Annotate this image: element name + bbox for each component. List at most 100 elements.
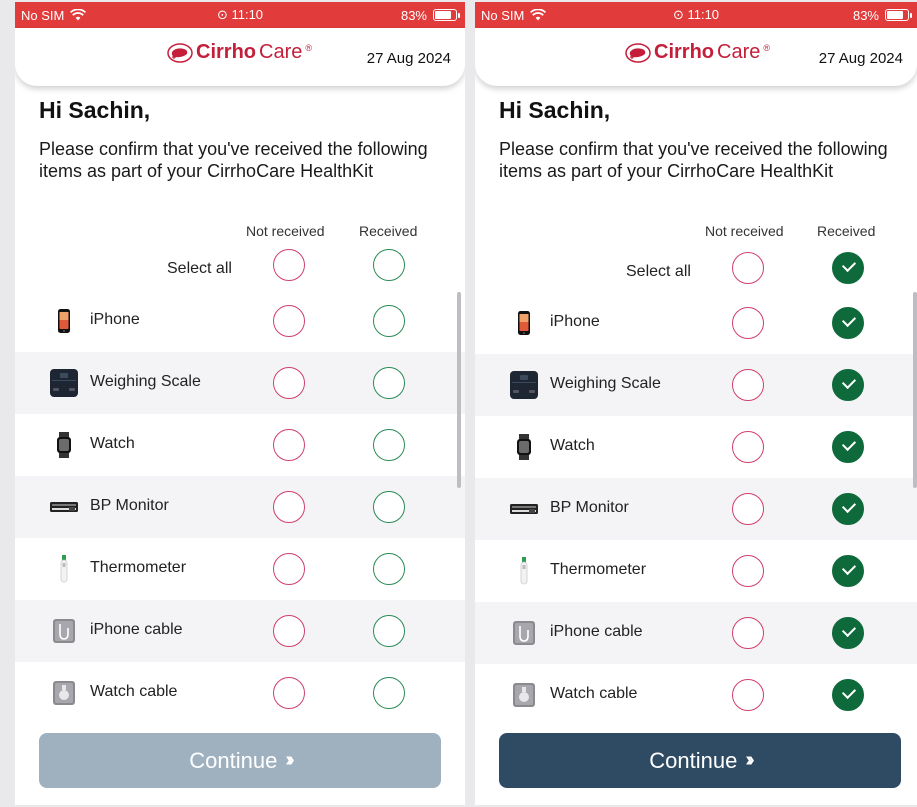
- received-radio[interactable]: [373, 305, 405, 337]
- greeting: Hi Sachin,: [499, 97, 611, 123]
- screen-before: No SIM ⊙ 11:10 83% Cirrho Care ® 27 Aug 20…: [15, 2, 465, 805]
- scrollbar[interactable]: [457, 292, 461, 488]
- received-radio[interactable]: [373, 429, 405, 461]
- app-header: Cirrho Care ® 27 Aug 2024: [15, 28, 465, 86]
- clock-icon: ⊙: [672, 7, 684, 22]
- iphone-icon: [509, 308, 539, 338]
- not-received-radio[interactable]: [273, 677, 305, 709]
- watch-cable-icon: [49, 678, 79, 708]
- item-label: iPhone cable: [90, 621, 183, 638]
- battery-icon: [885, 9, 912, 21]
- item-label: Watch cable: [90, 683, 178, 700]
- watch-icon: [49, 430, 79, 460]
- battery-percent: 83%: [852, 7, 879, 23]
- iphone-icon: [49, 306, 79, 336]
- check-icon: [841, 684, 857, 700]
- received-radio[interactable]: [373, 367, 405, 399]
- received-radio[interactable]: [373, 677, 405, 709]
- item-row: BP Monitor: [15, 476, 465, 538]
- intro-text: Please confirm that you've received the …: [499, 139, 888, 181]
- check-icon: [841, 560, 857, 576]
- select-all-not-received-radio[interactable]: [273, 249, 305, 281]
- item-row: Watch cable: [475, 664, 917, 726]
- continue-button[interactable]: Continue ››: [39, 733, 441, 788]
- item-label: Thermometer: [550, 561, 647, 578]
- app-header: Cirrho Care ® 27 Aug 2024: [475, 28, 917, 86]
- not-received-radio[interactable]: [273, 491, 305, 523]
- not-received-radio[interactable]: [273, 553, 305, 585]
- not-received-radio[interactable]: [732, 431, 764, 463]
- carrier-label: No SIM: [481, 7, 525, 23]
- item-label: Watch cable: [550, 685, 638, 702]
- received-radio[interactable]: [373, 615, 405, 647]
- not-received-radio[interactable]: [732, 679, 764, 711]
- not-received-radio[interactable]: [273, 367, 305, 399]
- cirrhocare-logo: Cirrho Care ®: [625, 41, 770, 64]
- received-radio[interactable]: [373, 491, 405, 523]
- not-received-radio[interactable]: [273, 305, 305, 337]
- item-label: Watch: [550, 437, 595, 454]
- select-all-label: Select all: [167, 260, 232, 277]
- scrollbar[interactable]: [913, 292, 917, 488]
- item-label: Weighing Scale: [550, 375, 661, 392]
- intro-text: Please confirm that you've received the …: [39, 139, 428, 181]
- item-row: Thermometer: [15, 538, 465, 600]
- battery-percent: 83%: [400, 7, 427, 23]
- select-all-received-radio[interactable]: [832, 252, 864, 284]
- not-received-radio[interactable]: [273, 429, 305, 461]
- not-received-radio[interactable]: [732, 307, 764, 339]
- column-header-not-received: Not received: [705, 223, 784, 239]
- select-all-received-radio[interactable]: [373, 249, 405, 281]
- cirrhocare-logo: Cirrho Care ®: [167, 41, 312, 64]
- double-chevron-right-icon: ››: [285, 749, 295, 771]
- not-received-radio[interactable]: [732, 617, 764, 649]
- column-header-received: Received: [817, 223, 876, 239]
- watch-icon: [509, 432, 539, 462]
- item-label: iPhone: [550, 313, 600, 330]
- received-radio[interactable]: [832, 555, 864, 587]
- screen-after: No SIM ⊙ 11:10 83% Cirrho Care ® 27 Aug 20…: [475, 2, 917, 805]
- item-label: Thermometer: [90, 559, 187, 576]
- thermometer-icon: [49, 554, 79, 584]
- item-row: Weighing Scale: [15, 352, 465, 414]
- received-radio[interactable]: [832, 679, 864, 711]
- not-received-radio[interactable]: [732, 493, 764, 525]
- double-chevron-right-icon: ››: [745, 749, 755, 771]
- wifi-icon: [70, 9, 87, 21]
- received-radio[interactable]: [832, 307, 864, 339]
- received-radio[interactable]: [832, 493, 864, 525]
- received-radio[interactable]: [832, 369, 864, 401]
- not-received-radio[interactable]: [273, 615, 305, 647]
- check-icon: [841, 312, 857, 328]
- item-row: iPhone: [475, 292, 917, 354]
- not-received-radio[interactable]: [732, 369, 764, 401]
- iphone-cable-icon: [509, 618, 539, 648]
- item-label: Weighing Scale: [90, 373, 201, 390]
- carrier-label: No SIM: [21, 7, 65, 23]
- clock-icon: ⊙: [216, 7, 228, 22]
- weighing-scale-icon: [49, 368, 79, 398]
- item-row: BP Monitor: [475, 478, 917, 540]
- column-header-received: Received: [359, 223, 418, 239]
- item-row: iPhone: [15, 290, 465, 352]
- wifi-icon: [530, 9, 547, 21]
- received-radio[interactable]: [832, 617, 864, 649]
- select-all-not-received-radio[interactable]: [732, 252, 764, 284]
- bp-monitor-icon: [49, 492, 79, 522]
- stage: No SIM ⊙ 11:10 83% Cirrho Care ® 27 Aug 20…: [0, 0, 917, 807]
- watch-cable-icon: [509, 680, 539, 710]
- status-bar: No SIM ⊙ 11:10 83%: [475, 2, 917, 28]
- received-radio[interactable]: [832, 431, 864, 463]
- column-header-not-received: Not received: [246, 223, 325, 239]
- received-radio[interactable]: [373, 553, 405, 585]
- check-icon: [841, 622, 857, 638]
- liver-logo-icon: [625, 42, 651, 63]
- item-label: iPhone cable: [550, 623, 643, 640]
- continue-button[interactable]: Continue ››: [499, 733, 901, 788]
- not-received-radio[interactable]: [732, 555, 764, 587]
- item-label: Watch: [90, 435, 135, 452]
- item-row: Watch: [475, 416, 917, 478]
- item-label: BP Monitor: [550, 499, 629, 516]
- item-row: Watch cable: [15, 662, 465, 724]
- item-label: iPhone: [90, 311, 140, 328]
